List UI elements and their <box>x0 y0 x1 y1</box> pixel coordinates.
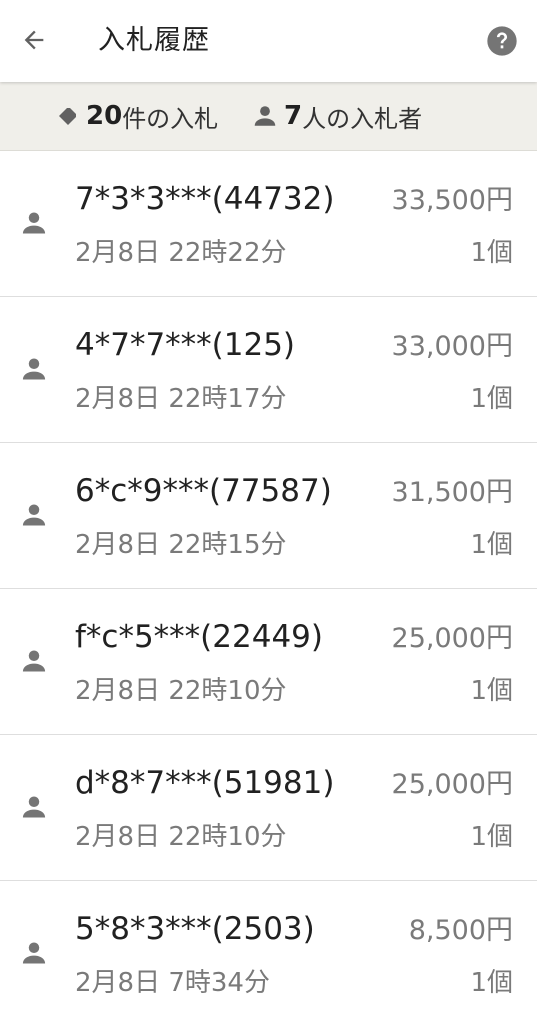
bidder-id: f*c*5***(22449) <box>75 619 323 655</box>
bid-price: 31,500円 <box>391 477 513 508</box>
bidder-id: d*8*7***(51981) <box>75 765 335 801</box>
app-header: 入札履歴 <box>0 0 537 82</box>
bid-quantity: 1個 <box>470 238 513 268</box>
bid-time: 2月8日 22時10分 <box>75 676 287 706</box>
person-icon <box>22 942 46 964</box>
bid-summary-bar: 20 件の入札 7 人の入札者 <box>0 82 537 151</box>
bid-quantity: 1個 <box>470 676 513 706</box>
bid-time: 2月8日 7時34分 <box>75 968 270 998</box>
bid-row: f*c*5***(22449) 25,000円 2月8日 22時10分 1個 <box>0 589 537 735</box>
bid-count: 20 <box>86 101 123 131</box>
person-icon <box>22 358 46 380</box>
bid-time: 2月8日 22時22分 <box>75 238 287 268</box>
bid-price: 25,000円 <box>391 769 513 800</box>
bidder-id: 5*8*3***(2503) <box>75 911 315 947</box>
person-icon <box>22 650 46 672</box>
help-button[interactable] <box>486 25 518 57</box>
bid-count-label: 件の入札 <box>122 104 219 133</box>
bid-row: 5*8*3***(2503) 8,500円 2月8日 7時34分 1個 <box>0 881 537 1027</box>
bid-time: 2月8日 22時17分 <box>75 384 287 414</box>
bid-quantity: 1個 <box>470 530 513 560</box>
bid-time: 2月8日 22時15分 <box>75 530 287 560</box>
arrow-left-icon <box>24 30 44 50</box>
bidder-id: 6*c*9***(77587) <box>75 473 332 509</box>
bidder-id: 7*3*3***(44732) <box>75 181 335 217</box>
person-icon <box>22 212 46 234</box>
bid-quantity: 1個 <box>470 968 513 998</box>
person-icon <box>22 504 46 526</box>
bid-row: d*8*7***(51981) 25,000円 2月8日 22時10分 1個 <box>0 735 537 881</box>
bid-price: 8,500円 <box>408 915 513 946</box>
bid-row: 7*3*3***(44732) 33,500円 2月8日 22時22分 1個 <box>0 151 537 297</box>
bid-count-summary: 20 件の入札 <box>56 82 218 150</box>
bidder-count-summary: 7 人の入札者 <box>252 82 422 150</box>
bid-row: 6*c*9***(77587) 31,500円 2月8日 22時15分 1個 <box>0 443 537 589</box>
bid-price: 25,000円 <box>391 623 513 654</box>
bid-time: 2月8日 22時10分 <box>75 822 287 852</box>
bid-history-list: 7*3*3***(44732) 33,500円 2月8日 22時22分 1個 4… <box>0 151 537 1027</box>
bid-price: 33,500円 <box>391 185 513 216</box>
bid-quantity: 1個 <box>470 384 513 414</box>
bidder-id: 4*7*7***(125) <box>75 327 296 363</box>
bid-row: 4*7*7***(125) 33,000円 2月8日 22時17分 1個 <box>0 297 537 443</box>
person-icon <box>254 106 276 126</box>
person-icon <box>22 796 46 818</box>
bidder-count: 7 <box>284 101 303 131</box>
bid-price: 33,000円 <box>391 331 513 362</box>
gavel-icon <box>59 108 76 125</box>
bidder-count-label: 人の入札者 <box>302 104 423 133</box>
bid-quantity: 1個 <box>470 822 513 852</box>
back-button[interactable] <box>14 20 54 60</box>
help-circle-icon <box>487 26 517 56</box>
page-title: 入札履歴 <box>98 25 210 56</box>
